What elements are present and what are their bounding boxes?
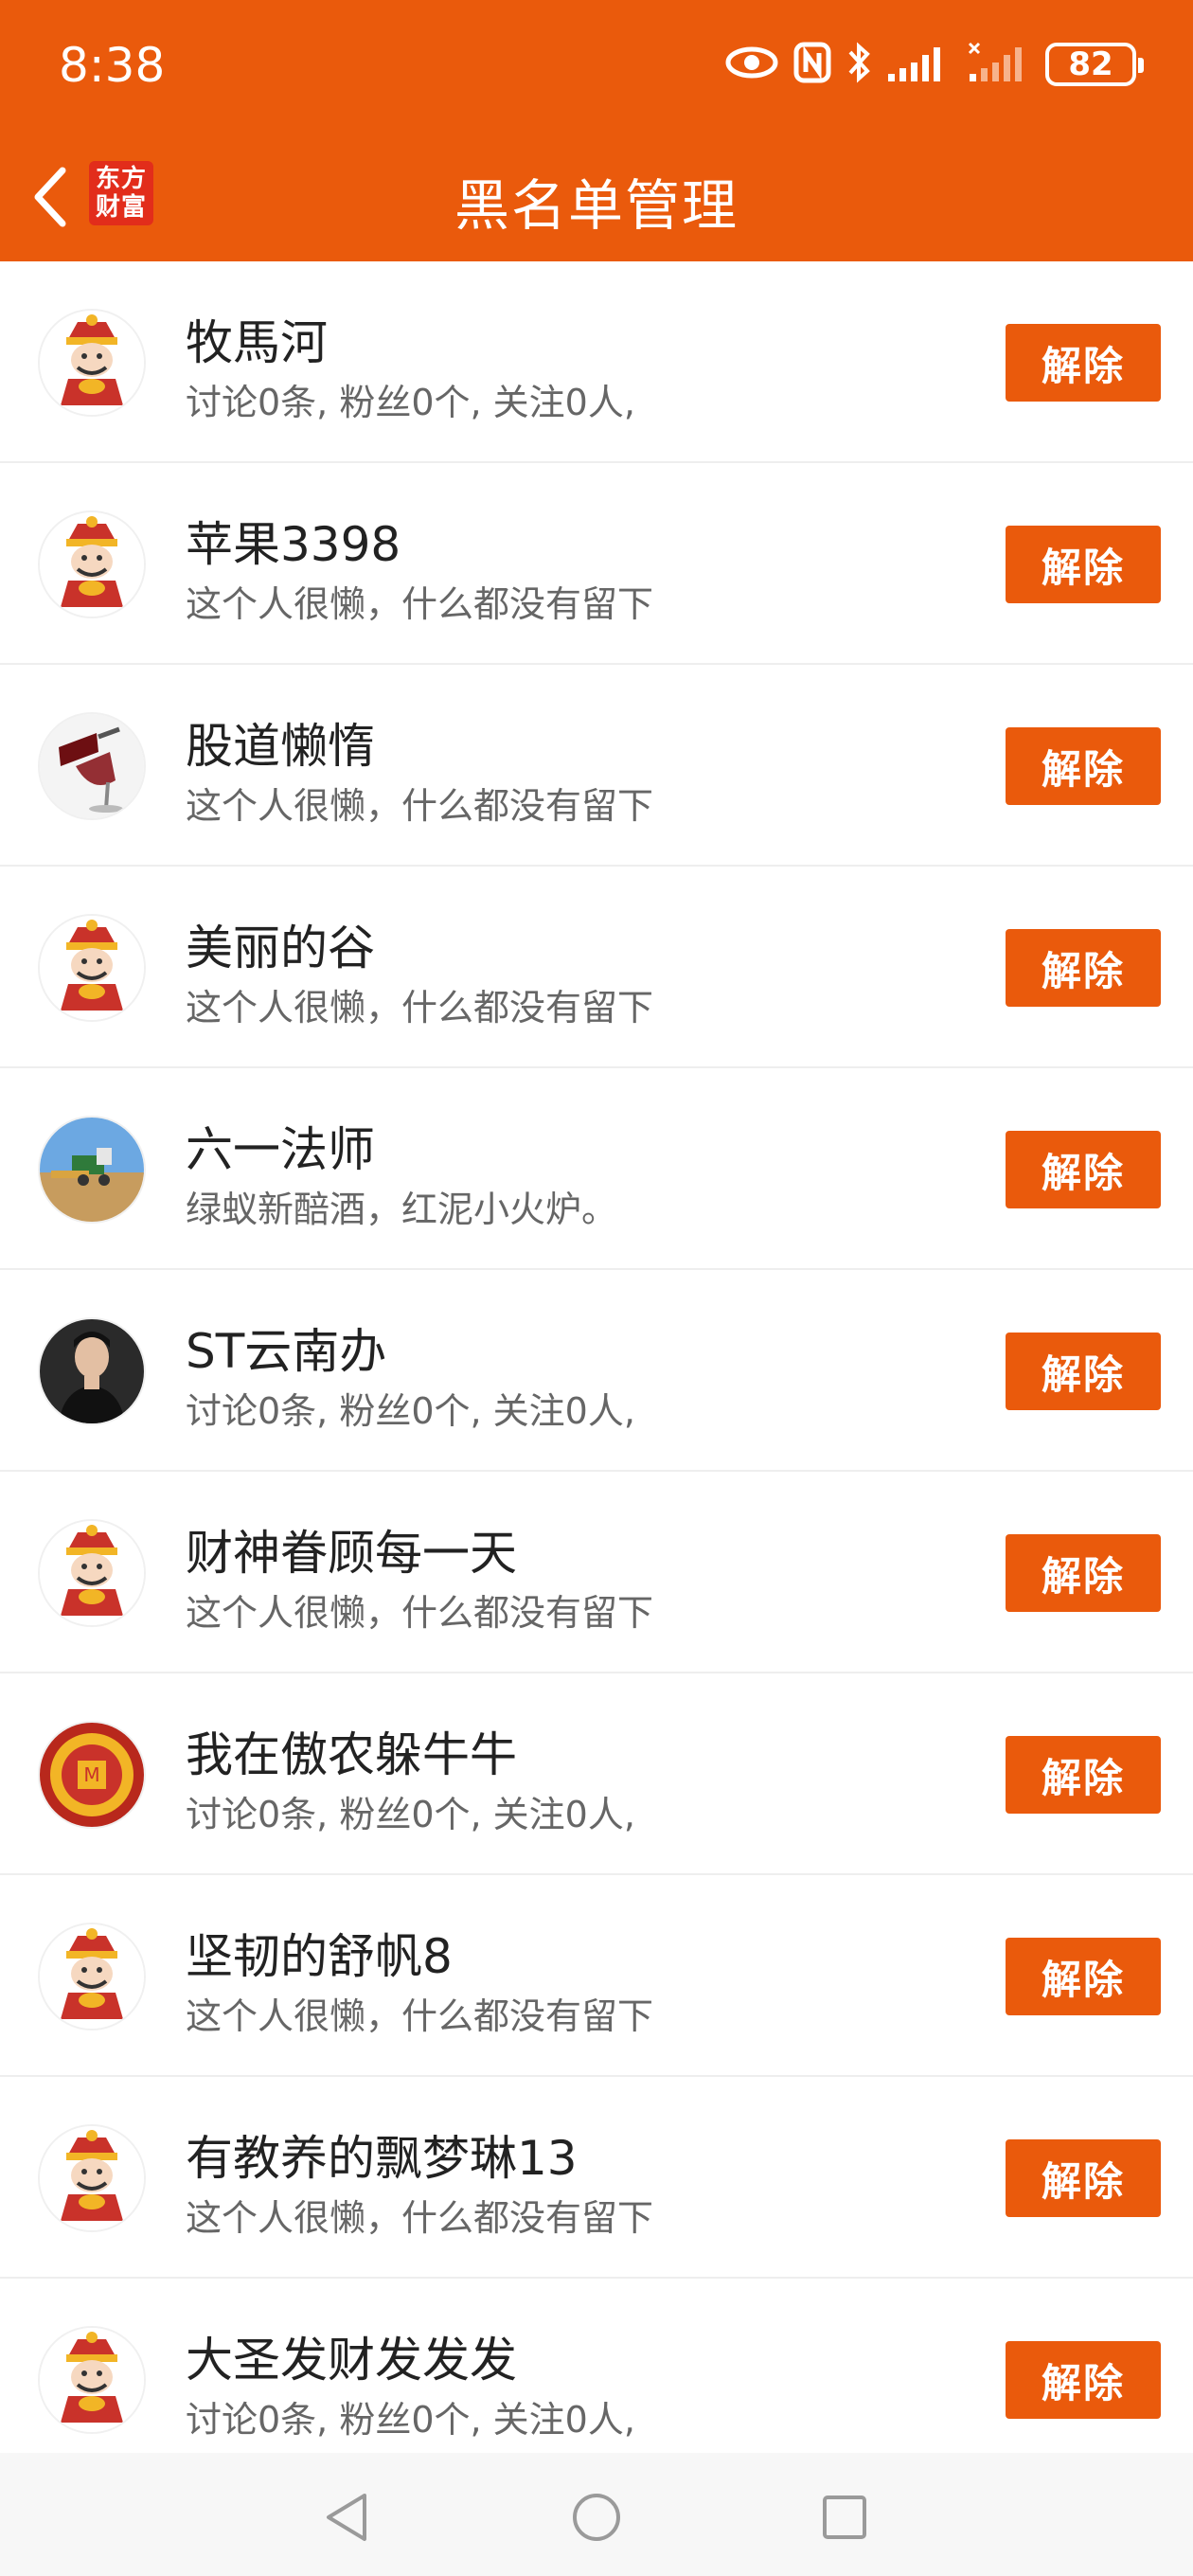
- eye-icon: [725, 44, 778, 85]
- list-item[interactable]: 有教养的飘梦琳13 这个人很懒，什么都没有留下 解除: [0, 2077, 1193, 2279]
- caishen-avatar[interactable]: [38, 1923, 146, 2030]
- user-name[interactable]: 牧馬河: [186, 305, 328, 373]
- list-item[interactable]: 牧馬河讨论0条, 粉丝0个, 关注0人, 解除: [0, 261, 1193, 463]
- list-item[interactable]: 苹果3398 这个人很懒，什么都没有留下 解除: [0, 463, 1193, 665]
- user-description: 讨论0条, 粉丝0个, 关注0人,: [186, 382, 635, 423]
- nav-back-button[interactable]: [318, 2489, 375, 2546]
- nav-recents-button[interactable]: [816, 2489, 873, 2546]
- signal-icon-1: [886, 42, 953, 87]
- page-title: 黑名单管理: [454, 173, 739, 238]
- caishen-avatar[interactable]: [38, 2124, 146, 2232]
- list-item[interactable]: M 我在傲农躲牛牛讨论0条, 粉丝0个, 关注0人, 解除: [0, 1673, 1193, 1875]
- unblock-button[interactable]: 解除: [1006, 1938, 1161, 2015]
- list-item[interactable]: ST云南办讨论0条, 粉丝0个, 关注0人, 解除: [0, 1270, 1193, 1472]
- status-time: 8:38: [59, 38, 166, 93]
- status-bar: 8:38 82: [0, 0, 1193, 133]
- list-item[interactable]: 六一法师绿蚁新醅酒，红泥小火炉。 解除: [0, 1068, 1193, 1270]
- user-description: 绿蚁新醅酒，红泥小火炉。: [186, 1189, 618, 1230]
- user-name[interactable]: 美丽的谷: [186, 910, 375, 978]
- battery-indicator: 82: [1045, 43, 1144, 86]
- list-item[interactable]: 股道懒惰这个人很懒，什么都没有留下 解除: [0, 665, 1193, 867]
- user-name[interactable]: 我在傲农躲牛牛: [186, 1717, 517, 1785]
- unblock-button[interactable]: 解除: [1006, 2341, 1161, 2419]
- list-item[interactable]: 大圣发财发发发讨论0条, 粉丝0个, 关注0人, 解除: [0, 2279, 1193, 2480]
- blacklist: 牧馬河讨论0条, 粉丝0个, 关注0人, 解除 苹果3398 这个人很懒，什么都没有…: [0, 261, 1193, 2480]
- user-name[interactable]: 股道懒惰: [186, 708, 375, 777]
- user-description: 这个人很懒，什么都没有留下: [186, 987, 654, 1029]
- unblock-button[interactable]: 解除: [1006, 526, 1161, 603]
- user-description: 这个人很懒，什么都没有留下: [186, 785, 654, 827]
- app-header: 东方 财富 黑名单管理: [0, 133, 1193, 261]
- user-description: 这个人很懒，什么都没有留下: [186, 1995, 654, 2037]
- unblock-button[interactable]: 解除: [1006, 1534, 1161, 1612]
- user-name[interactable]: 大圣发财发发发: [186, 2322, 517, 2390]
- list-item[interactable]: 财神眷顾每一天这个人很懒，什么都没有留下 解除: [0, 1472, 1193, 1673]
- nav-home-button[interactable]: [568, 2489, 625, 2546]
- list-item[interactable]: 美丽的谷这个人很懒，什么都没有留下 解除: [0, 867, 1193, 1068]
- square-recents-icon: [823, 2496, 866, 2539]
- unblock-button[interactable]: 解除: [1006, 324, 1161, 402]
- unblock-button[interactable]: 解除: [1006, 2139, 1161, 2217]
- caishen-avatar[interactable]: [38, 2326, 146, 2434]
- user-description: 这个人很懒，什么都没有留下: [186, 2197, 654, 2239]
- user-description: 讨论0条, 粉丝0个, 关注0人,: [186, 2399, 635, 2441]
- user-name[interactable]: 苹果3398: [186, 507, 401, 575]
- system-nav-bar: [0, 2453, 1193, 2576]
- caishen-avatar[interactable]: [38, 914, 146, 1022]
- user-name[interactable]: 坚韧的舒帆8: [186, 1919, 453, 1987]
- unblock-button[interactable]: 解除: [1006, 1131, 1161, 1208]
- user-description: 讨论0条, 粉丝0个, 关注0人,: [186, 1794, 635, 1835]
- svg-text:M: M: [83, 1763, 99, 1786]
- gold-emblem-avatar[interactable]: M: [38, 1721, 146, 1829]
- wine-glass-avatar[interactable]: [38, 712, 146, 820]
- user-description: 讨论0条, 粉丝0个, 关注0人,: [186, 1390, 635, 1432]
- triangle-back-icon: [327, 2494, 366, 2541]
- harvester-avatar[interactable]: [38, 1116, 146, 1224]
- signal-icon-2: [968, 42, 1024, 87]
- bluetooth-icon: [846, 41, 871, 88]
- user-name[interactable]: ST云南办: [186, 1314, 386, 1382]
- user-description: 这个人很懒，什么都没有留下: [186, 1592, 654, 1634]
- user-description: 这个人很懒，什么都没有留下: [186, 583, 654, 625]
- user-name[interactable]: 六一法师: [186, 1112, 375, 1180]
- status-icons: 82: [725, 38, 1144, 91]
- unblock-button[interactable]: 解除: [1006, 1333, 1161, 1410]
- unblock-button[interactable]: 解除: [1006, 1736, 1161, 1814]
- list-item[interactable]: 坚韧的舒帆8 这个人很懒，什么都没有留下 解除: [0, 1875, 1193, 2077]
- nfc-icon: [793, 42, 831, 87]
- portrait-avatar[interactable]: [38, 1317, 146, 1425]
- caishen-avatar[interactable]: [38, 510, 146, 618]
- unblock-button[interactable]: 解除: [1006, 929, 1161, 1007]
- user-name[interactable]: 财神眷顾每一天: [186, 1515, 517, 1583]
- caishen-avatar[interactable]: [38, 309, 146, 417]
- circle-home-icon: [573, 2494, 620, 2541]
- unblock-button[interactable]: 解除: [1006, 727, 1161, 805]
- caishen-avatar[interactable]: [38, 1519, 146, 1627]
- user-name[interactable]: 有教养的飘梦琳13: [186, 2120, 578, 2189]
